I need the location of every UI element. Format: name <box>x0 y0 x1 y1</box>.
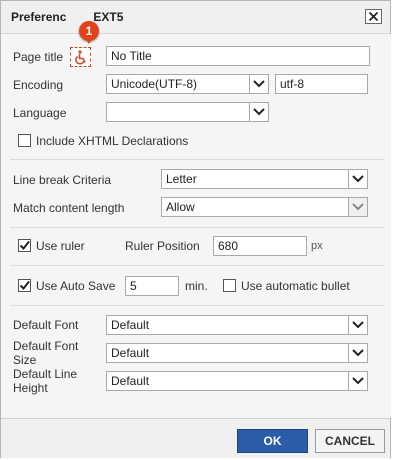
default-font-size-label-line2: Size <box>13 353 37 367</box>
dialog-title-end: EXT5 <box>93 10 124 24</box>
close-icon <box>368 11 379 22</box>
cancel-button[interactable]: CANCEL <box>315 429 385 453</box>
close-button[interactable] <box>365 9 382 24</box>
auto-save-label: Use Auto Save <box>36 279 116 293</box>
language-label: Language <box>13 106 67 120</box>
line-break-label: Line break Criteria <box>13 173 112 187</box>
ok-button[interactable]: OK <box>237 429 308 453</box>
dialog-footer: OK CANCEL <box>1 418 390 458</box>
encoding-label: Encoding <box>13 78 64 92</box>
default-line-height-label-line2: Height <box>13 381 48 395</box>
default-font-selected-value: Default <box>111 318 150 332</box>
chevron-down-icon <box>348 344 367 362</box>
xhtml-label: Include XHTML Declarations <box>36 134 189 148</box>
page-title-input[interactable] <box>106 46 370 66</box>
match-length-select[interactable]: Allow <box>161 197 368 217</box>
use-ruler-label: Use ruler <box>36 239 85 253</box>
page-title-icon-button[interactable] <box>70 47 91 67</box>
default-font-size-select[interactable]: Default <box>106 343 368 363</box>
chevron-down-icon <box>348 198 367 216</box>
divider <box>10 159 384 160</box>
auto-bullet-label: Use automatic bullet <box>241 279 350 293</box>
dialog-titlebar: Preferenc EXT5 <box>1 1 390 34</box>
encoding-select[interactable]: Unicode(UTF-8) <box>106 74 269 94</box>
auto-save-checkbox[interactable] <box>18 279 31 292</box>
ruler-position-label: Ruler Position <box>125 239 200 253</box>
chevron-down-icon <box>348 170 367 188</box>
wheelchair-icon <box>75 50 86 65</box>
callout-badge-pointer <box>85 38 93 44</box>
default-line-height-label-line1: Default Line <box>13 367 78 381</box>
chevron-down-icon <box>348 372 367 390</box>
default-font-size-label-line1: Default Font <box>13 339 79 353</box>
default-font-select[interactable]: Default <box>106 315 368 335</box>
dialog-title-start: Preferenc <box>11 10 67 24</box>
preferences-dialog: Preferenc EXT5 Page title Encoding Unicod… <box>0 0 391 458</box>
page-title-label: Page title <box>13 50 64 64</box>
default-line-height-select[interactable]: Default <box>106 371 368 391</box>
use-ruler-checkbox[interactable] <box>18 239 31 252</box>
chevron-down-icon <box>249 103 268 121</box>
ruler-unit-label: px <box>311 240 323 252</box>
default-font-label: Default Font <box>13 318 79 332</box>
checkmark-icon <box>19 280 30 291</box>
default-line-height-selected-value: Default <box>111 374 150 388</box>
divider <box>10 265 384 266</box>
dialog-title: Preferenc EXT5 <box>11 10 123 24</box>
auto-save-unit-label: min. <box>185 279 208 293</box>
xhtml-checkbox[interactable] <box>18 134 31 147</box>
dialog-content: Page title Encoding Unicode(UTF-8) Langu… <box>2 34 391 418</box>
auto-bullet-checkbox[interactable] <box>223 279 236 292</box>
match-length-selected-value: Allow <box>166 200 195 214</box>
language-select[interactable] <box>106 102 269 122</box>
divider <box>10 227 384 228</box>
auto-save-minutes-input[interactable] <box>125 276 179 296</box>
checkmark-icon <box>19 240 30 251</box>
line-break-selected-value: Letter <box>166 172 197 186</box>
line-break-select[interactable]: Letter <box>161 169 368 189</box>
divider <box>10 305 384 306</box>
match-length-label: Match content length <box>13 201 125 215</box>
chevron-down-icon <box>348 316 367 334</box>
ruler-position-input[interactable] <box>213 236 307 256</box>
chevron-down-icon <box>249 75 268 93</box>
encoding-selected-value: Unicode(UTF-8) <box>111 77 198 91</box>
default-font-size-selected-value: Default <box>111 346 150 360</box>
encoding-charset-input[interactable] <box>275 74 368 94</box>
